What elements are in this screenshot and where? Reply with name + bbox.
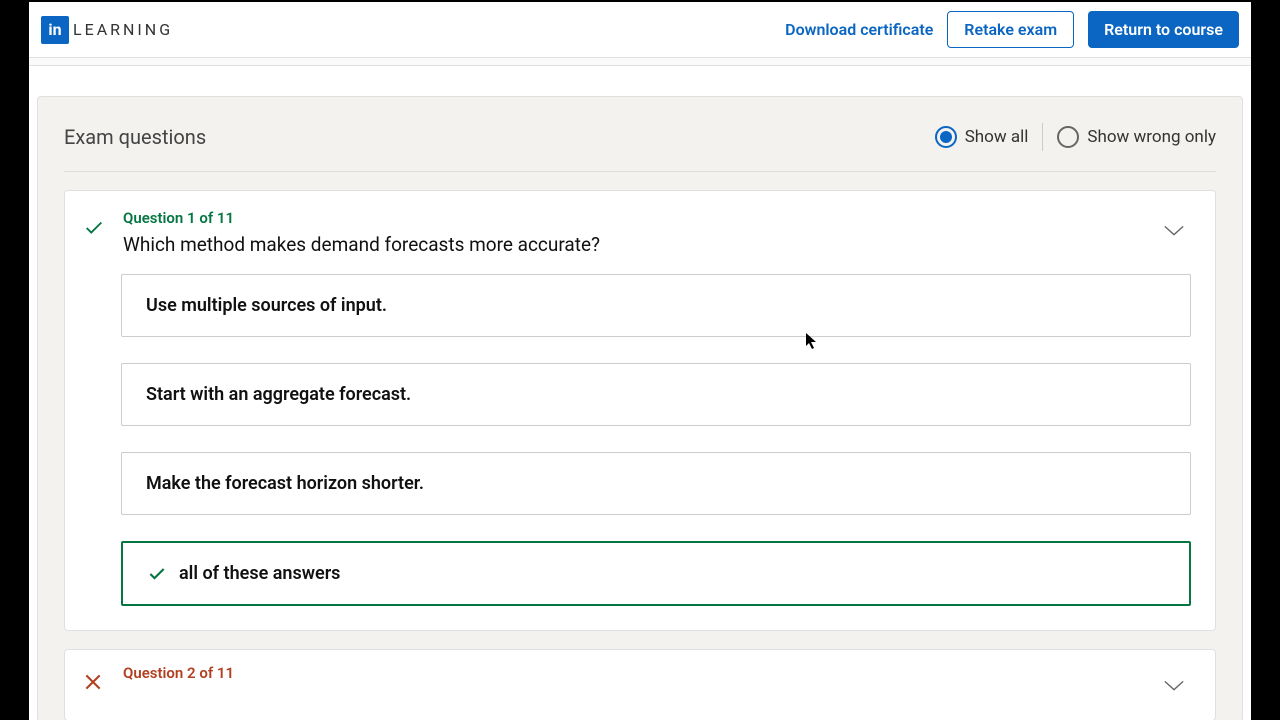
question-header[interactable]: Question 2 of 11	[83, 664, 1191, 696]
retake-exam-button[interactable]: Retake exam	[947, 11, 1074, 48]
answer-option[interactable]: Start with an aggregate forecast.	[121, 363, 1191, 426]
header-actions: Download certificate Retake exam Return …	[785, 11, 1239, 48]
filter-label: Show all	[965, 127, 1029, 147]
vertical-divider	[1042, 123, 1043, 151]
filter-show-wrong[interactable]: Show wrong only	[1057, 126, 1216, 148]
question-prompt: Which method makes demand forecasts more…	[123, 233, 1191, 256]
answer-option[interactable]: Use multiple sources of input.	[121, 274, 1191, 337]
answer-list: Use multiple sources of input. Start wit…	[121, 274, 1191, 606]
panel-title: Exam questions	[64, 125, 206, 149]
filter-group: Show all Show wrong only	[935, 123, 1216, 151]
filter-label: Show wrong only	[1087, 127, 1216, 147]
download-certificate-link[interactable]: Download certificate	[785, 20, 933, 39]
filter-show-all[interactable]: Show all	[935, 126, 1029, 148]
chevron-down-icon[interactable]	[1163, 223, 1185, 242]
question-number: Question 1 of 11	[123, 209, 1191, 227]
chevron-down-icon[interactable]	[1163, 678, 1185, 697]
answer-option[interactable]: Make the forecast horizon shorter.	[121, 452, 1191, 515]
radio-unselected-icon	[1057, 126, 1079, 148]
x-icon	[83, 672, 109, 696]
question-number: Question 2 of 11	[123, 664, 1191, 682]
sub-divider	[29, 58, 1251, 66]
radio-selected-icon	[935, 126, 957, 148]
brand-word: LEARNING	[73, 20, 173, 39]
linkedin-icon: in	[41, 16, 69, 44]
question-card: Question 2 of 11	[64, 649, 1216, 720]
brand-logo: in LEARNING	[41, 16, 173, 44]
question-card: Question 1 of 11 Which method makes dema…	[64, 190, 1216, 631]
exam-panel: Exam questions Show all Show wrong only	[37, 96, 1243, 720]
question-header[interactable]: Question 1 of 11 Which method makes dema…	[83, 209, 1191, 256]
return-to-course-button[interactable]: Return to course	[1088, 11, 1239, 48]
top-bar: in LEARNING Download certificate Retake …	[29, 2, 1251, 58]
answer-option-correct[interactable]: all of these answers	[121, 541, 1191, 606]
check-icon	[147, 564, 167, 584]
check-icon	[83, 217, 109, 243]
